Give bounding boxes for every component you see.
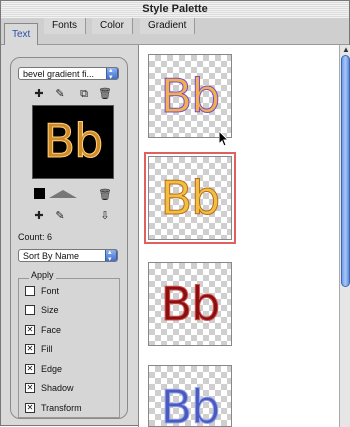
tab-gradient[interactable]: Gradient bbox=[140, 18, 196, 34]
style-palette-window: Style Palette Text Fonts Color Gradient … bbox=[0, 0, 350, 427]
title-bar[interactable]: Style Palette bbox=[1, 1, 349, 19]
trash-icon[interactable]: 🗑 bbox=[98, 87, 112, 101]
apply-face-label: Face bbox=[41, 325, 62, 335]
style-thumbnail[interactable]: Bb bbox=[148, 262, 232, 346]
dropdown-arrow-icon bbox=[105, 250, 117, 261]
preview-text: Bb bbox=[43, 114, 104, 168]
thumbnail-text: Bb bbox=[160, 380, 221, 427]
apply-font-label: Font bbox=[41, 286, 60, 296]
new-style-icon[interactable]: ✚ bbox=[32, 87, 46, 101]
apply-title: Apply bbox=[29, 270, 56, 280]
checkbox-icon bbox=[25, 285, 35, 296]
apply-font-checkbox[interactable]: Font bbox=[25, 285, 59, 297]
sort-dropdown[interactable]: Sort By Name bbox=[18, 249, 118, 262]
style-thumbnail-selected[interactable]: Bb bbox=[144, 152, 236, 244]
apply-transform-checkbox[interactable]: ✕ Transform bbox=[25, 402, 82, 414]
checkbox-checked-icon: ✕ bbox=[25, 382, 35, 393]
thumbnail-scrollbar[interactable]: ▲ bbox=[339, 45, 350, 427]
trash-icon[interactable]: 🗑 bbox=[98, 188, 112, 202]
apply-fill-checkbox[interactable]: ✕ Fill bbox=[25, 343, 53, 355]
checkbox-checked-icon: ✕ bbox=[25, 402, 35, 413]
import-style-icon[interactable]: ⇩ bbox=[98, 209, 112, 223]
tab-color[interactable]: Color bbox=[92, 18, 133, 34]
thumbnail-text: Bb bbox=[160, 277, 221, 331]
style-preview: Bb bbox=[32, 105, 114, 179]
edit-style-icon[interactable]: ✎ bbox=[53, 209, 67, 223]
apply-face-checkbox[interactable]: ✕ Face bbox=[25, 324, 61, 336]
apply-edge-label: Edge bbox=[41, 364, 63, 374]
dropdown-arrow-icon bbox=[106, 68, 118, 79]
checkbox-checked-icon: ✕ bbox=[25, 324, 35, 335]
style-thumbnail[interactable]: Bb bbox=[148, 365, 232, 427]
checkbox-checked-icon: ✕ bbox=[25, 363, 35, 374]
thumbnail-text: Bb bbox=[160, 171, 221, 225]
duplicate-style-icon[interactable]: ⧉ bbox=[77, 87, 91, 101]
window-title: Style Palette bbox=[142, 3, 208, 15]
edge-shape-icon[interactable] bbox=[48, 188, 78, 202]
apply-fill-label: Fill bbox=[41, 344, 53, 354]
style-count: Count: 6 bbox=[18, 232, 53, 242]
tab-gradient-label: Gradient bbox=[148, 20, 187, 31]
apply-shadow-checkbox[interactable]: ✕ Shadow bbox=[25, 382, 74, 394]
mouse-cursor-icon bbox=[218, 129, 230, 147]
new-style-icon[interactable]: ✚ bbox=[32, 209, 46, 223]
style-preset-dropdown[interactable]: bevel gradient fi... bbox=[18, 67, 119, 80]
scrollbar-thumb[interactable] bbox=[341, 55, 350, 287]
edit-style-icon[interactable]: ✎ bbox=[53, 87, 67, 101]
tab-color-label: Color bbox=[100, 20, 124, 31]
black-fill-swatch[interactable] bbox=[32, 188, 46, 202]
scroll-up-arrow-icon[interactable]: ▲ bbox=[342, 45, 350, 54]
tab-text-label: Text bbox=[12, 29, 31, 40]
apply-transform-label: Transform bbox=[41, 403, 82, 413]
tab-bar: Text Fonts Color Gradient bbox=[1, 18, 349, 45]
tab-fonts[interactable]: Fonts bbox=[44, 18, 87, 34]
style-thumbnail[interactable]: Bb bbox=[148, 54, 232, 138]
tab-fonts-label: Fonts bbox=[52, 20, 78, 31]
sort-value: Sort By Name bbox=[23, 251, 80, 261]
checkbox-icon bbox=[25, 304, 35, 315]
apply-size-label: Size bbox=[41, 305, 59, 315]
style-preset-value: bevel gradient fi... bbox=[23, 69, 95, 79]
style-thumbnail-list: Bb Bb Bb Bb bbox=[138, 45, 340, 427]
checkbox-checked-icon: ✕ bbox=[25, 343, 35, 354]
apply-edge-checkbox[interactable]: ✕ Edge bbox=[25, 363, 62, 375]
thumbnail-text: Bb bbox=[160, 69, 221, 123]
apply-shadow-label: Shadow bbox=[41, 383, 74, 393]
tab-text[interactable]: Text bbox=[4, 23, 39, 45]
apply-size-checkbox[interactable]: Size bbox=[25, 304, 59, 316]
